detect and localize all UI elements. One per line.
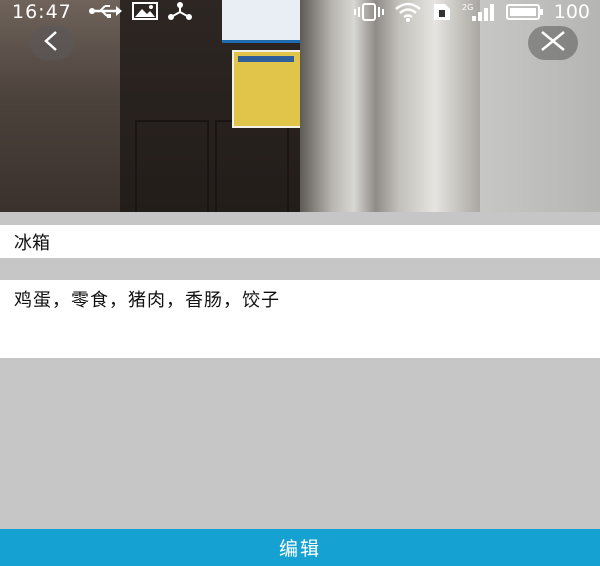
- sim-icon: [432, 2, 452, 22]
- photo-door-panel: [135, 120, 209, 212]
- wifi-icon: [394, 2, 422, 22]
- status-right-icons: 2G 100: [353, 1, 590, 23]
- edit-button-label: 编辑: [278, 538, 321, 560]
- photo-sign: [232, 50, 302, 128]
- item-title-row: 冰箱: [0, 225, 600, 258]
- photo-door-panel: [215, 120, 289, 212]
- status-time: 16:47: [12, 1, 72, 23]
- item-content-box: 鸡蛋，零食，猪肉，香肠，饺子: [0, 280, 600, 358]
- status-left-icons: [88, 2, 192, 20]
- item-content: 鸡蛋，零食，猪肉，香肠，饺子: [14, 290, 280, 311]
- photo-frame: [300, 0, 480, 212]
- battery-icon: [505, 3, 544, 21]
- status-bar: 16:47 2G 100: [0, 0, 600, 24]
- back-button[interactable]: [30, 26, 74, 60]
- chevron-left-icon: [41, 30, 63, 56]
- usb-icon: [88, 3, 122, 19]
- edit-button[interactable]: 编辑: [0, 529, 600, 566]
- battery-percent: 100: [553, 1, 590, 23]
- signal-icon: 2G: [462, 2, 496, 22]
- network-label: 2G: [462, 3, 473, 12]
- image-icon: [132, 2, 158, 20]
- close-icon: [540, 30, 566, 56]
- photo-preview: [0, 0, 600, 212]
- share-icon: [168, 2, 192, 20]
- close-button[interactable]: [528, 26, 578, 60]
- item-title: 冰箱: [14, 233, 50, 254]
- vibrate-icon: [353, 3, 384, 21]
